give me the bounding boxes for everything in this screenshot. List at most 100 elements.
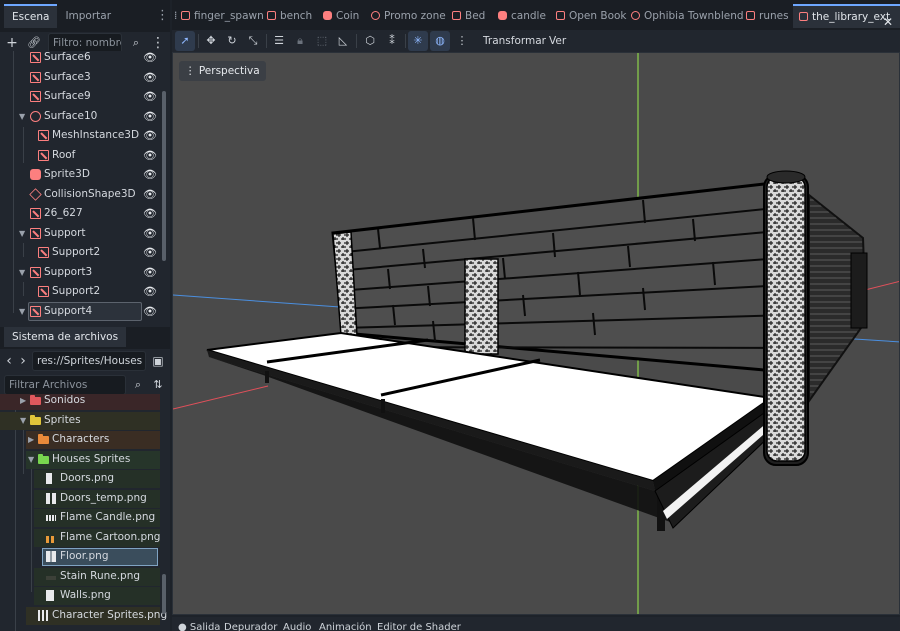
- local-space-icon[interactable]: ⬡: [360, 31, 380, 51]
- visibility-eye-icon[interactable]: 👁︎: [143, 107, 157, 127]
- scene-menu-icon[interactable]: ⋮: [150, 35, 166, 51]
- search-icon[interactable]: ⌕: [128, 35, 144, 51]
- tab-audio[interactable]: Audio: [283, 621, 311, 631]
- scene-filter-input[interactable]: Filtro: nombre, t:: [48, 33, 122, 53]
- search-icon[interactable]: ⌕: [130, 377, 146, 393]
- fs-folder[interactable]: ▼ Sprites: [0, 411, 160, 431]
- visibility-eye-icon[interactable]: 👁︎: [143, 165, 157, 185]
- tree-node[interactable]: 26_627 👁︎: [0, 204, 160, 224]
- filesystem-scrollbar[interactable]: [162, 574, 166, 614]
- collapse-arrow-icon[interactable]: ▶: [20, 394, 26, 411]
- visibility-eye-icon[interactable]: 👁︎: [143, 302, 157, 322]
- close-icon[interactable]: ✕: [883, 15, 893, 29]
- scene-tree-scrollbar[interactable]: [162, 91, 166, 261]
- link-icon[interactable]: 🔗︎: [26, 35, 42, 51]
- visibility-eye-icon[interactable]: 👁︎: [143, 243, 157, 263]
- menu-view[interactable]: Ver: [549, 30, 566, 52]
- tab-import[interactable]: Importar: [57, 4, 119, 28]
- visibility-eye-icon[interactable]: 👁︎: [143, 263, 157, 283]
- fs-folder[interactable]: ▼ Houses Sprites: [0, 450, 160, 470]
- tree-node[interactable]: Roof 👁︎: [0, 146, 160, 166]
- tab-debugger[interactable]: Depurador: [224, 621, 277, 631]
- forward-arrow-icon[interactable]: ›: [18, 353, 28, 369]
- tree-node[interactable]: Sprite3D 👁︎: [0, 165, 160, 185]
- scale-tool-icon[interactable]: ⤡: [243, 31, 263, 51]
- tree-node[interactable]: MeshInstance3D 👁︎: [0, 126, 160, 146]
- split-view-icon[interactable]: ▣: [150, 353, 166, 369]
- expand-arrow-icon[interactable]: ▼: [28, 450, 34, 470]
- tree-node[interactable]: ▼ Support3 👁︎: [0, 263, 160, 283]
- fs-file[interactable]: Stain Rune.png: [0, 567, 160, 587]
- scene-tab[interactable]: runes: [746, 4, 789, 28]
- tree-node[interactable]: Surface3 👁︎: [0, 68, 160, 88]
- visibility-eye-icon[interactable]: 👁︎: [143, 68, 157, 88]
- tree-node[interactable]: Support2 👁︎: [0, 243, 160, 263]
- dock-menu-icon[interactable]: ⋮: [156, 8, 169, 24]
- tab-output[interactable]: ● Salida: [178, 621, 220, 631]
- scene-tab[interactable]: Ophibia Townblend: [631, 4, 744, 28]
- fs-folder[interactable]: ▶ Sonidos: [0, 394, 160, 411]
- fs-file[interactable]: Doors.png: [0, 469, 160, 489]
- 3d-viewport[interactable]: ⋮ Perspectiva: [172, 52, 900, 615]
- scene-tab[interactable]: bench: [267, 4, 312, 28]
- expand-arrow-icon[interactable]: ▼: [19, 107, 29, 127]
- tree-node[interactable]: CollisionShape3D 👁︎: [0, 185, 160, 205]
- snap-icon[interactable]: ⁑: [382, 31, 402, 51]
- tree-node[interactable]: Surface6 👁︎: [0, 51, 160, 68]
- collapse-arrow-icon[interactable]: ▶: [28, 430, 34, 450]
- visibility-eye-icon[interactable]: 👁︎: [143, 185, 157, 205]
- visibility-eye-icon[interactable]: 👁︎: [143, 224, 157, 244]
- move-tool-icon[interactable]: ✥: [201, 31, 221, 51]
- fs-file[interactable]: Flame Candle.png: [0, 508, 160, 528]
- visibility-eye-icon[interactable]: 👁︎: [143, 87, 157, 107]
- visibility-eye-icon[interactable]: 👁︎: [143, 146, 157, 166]
- lock-icon[interactable]: 🔒︎: [290, 31, 310, 51]
- fs-file[interactable]: Flame Cartoon.png: [0, 528, 160, 548]
- scene-tab[interactable]: Coin: [323, 4, 359, 28]
- environment-preview-icon[interactable]: ◍: [430, 31, 450, 51]
- expand-arrow-icon[interactable]: ▼: [19, 302, 29, 322]
- expand-arrow-icon[interactable]: ▼: [20, 411, 26, 431]
- fs-file-selected[interactable]: Floor.png: [0, 547, 160, 567]
- filesystem-path-field[interactable]: res://Sprites/Houses S: [32, 351, 146, 371]
- sort-icon[interactable]: ⇅: [150, 377, 166, 393]
- sun-preview-icon[interactable]: ✳: [408, 31, 428, 51]
- folder-icon: [38, 434, 49, 444]
- visibility-eye-icon[interactable]: 👁︎: [143, 204, 157, 224]
- tab-scene[interactable]: Escena: [4, 4, 58, 28]
- scene-tab[interactable]: Open Book: [556, 4, 627, 28]
- visibility-eye-icon[interactable]: 👁︎: [143, 126, 157, 146]
- tree-node[interactable]: Surface9 👁︎: [0, 87, 160, 107]
- add-node-icon[interactable]: +: [4, 35, 20, 51]
- visibility-eye-icon[interactable]: 👁︎: [143, 51, 157, 68]
- tree-node[interactable]: Support2 👁︎: [0, 282, 160, 302]
- preview-menu-icon[interactable]: ⋮: [452, 31, 472, 51]
- scene-tab[interactable]: Bed: [452, 4, 485, 28]
- scene-tab-active[interactable]: the_library_ext ✕: [793, 4, 900, 29]
- tab-shader-editor[interactable]: Editor de Shader: [377, 621, 461, 631]
- ruler-icon[interactable]: ◺: [333, 31, 353, 51]
- tab-animation[interactable]: Animación: [319, 621, 372, 631]
- scene-tab[interactable]: candle: [498, 4, 546, 28]
- group-icon[interactable]: ⬚: [312, 31, 332, 51]
- tree-node[interactable]: ▼ Surface10 👁︎: [0, 107, 160, 127]
- select-tool-icon[interactable]: ➚: [175, 31, 195, 51]
- tree-node[interactable]: ▼ Support 👁︎: [0, 224, 160, 244]
- back-arrow-icon[interactable]: ‹: [4, 353, 14, 369]
- fs-folder[interactable]: ▶ Characters: [0, 430, 160, 450]
- menu-transform[interactable]: Transformar: [483, 30, 546, 52]
- scene-tab[interactable]: Promo zone: [371, 4, 446, 28]
- tree-node-selected[interactable]: ▼ Support4 👁︎: [0, 301, 160, 322]
- perspective-menu-button[interactable]: ⋮ Perspectiva: [179, 61, 266, 81]
- fs-file[interactable]: Walls.png: [0, 586, 160, 606]
- tab-filesystem[interactable]: Sistema de archivos: [4, 327, 127, 347]
- filesystem-filter-input[interactable]: Filtrar Archivos: [4, 375, 126, 395]
- expand-arrow-icon[interactable]: ▼: [19, 263, 29, 283]
- rotate-tool-icon[interactable]: ↻: [222, 31, 242, 51]
- list-select-icon[interactable]: ☰: [269, 31, 289, 51]
- visibility-eye-icon[interactable]: 👁︎: [143, 282, 157, 302]
- fs-file[interactable]: Doors_temp.png: [0, 489, 160, 509]
- fs-file[interactable]: Character Sprites.png: [0, 606, 167, 626]
- scene-tab[interactable]: finger_spawn: [181, 4, 264, 28]
- expand-arrow-icon[interactable]: ▼: [19, 224, 29, 244]
